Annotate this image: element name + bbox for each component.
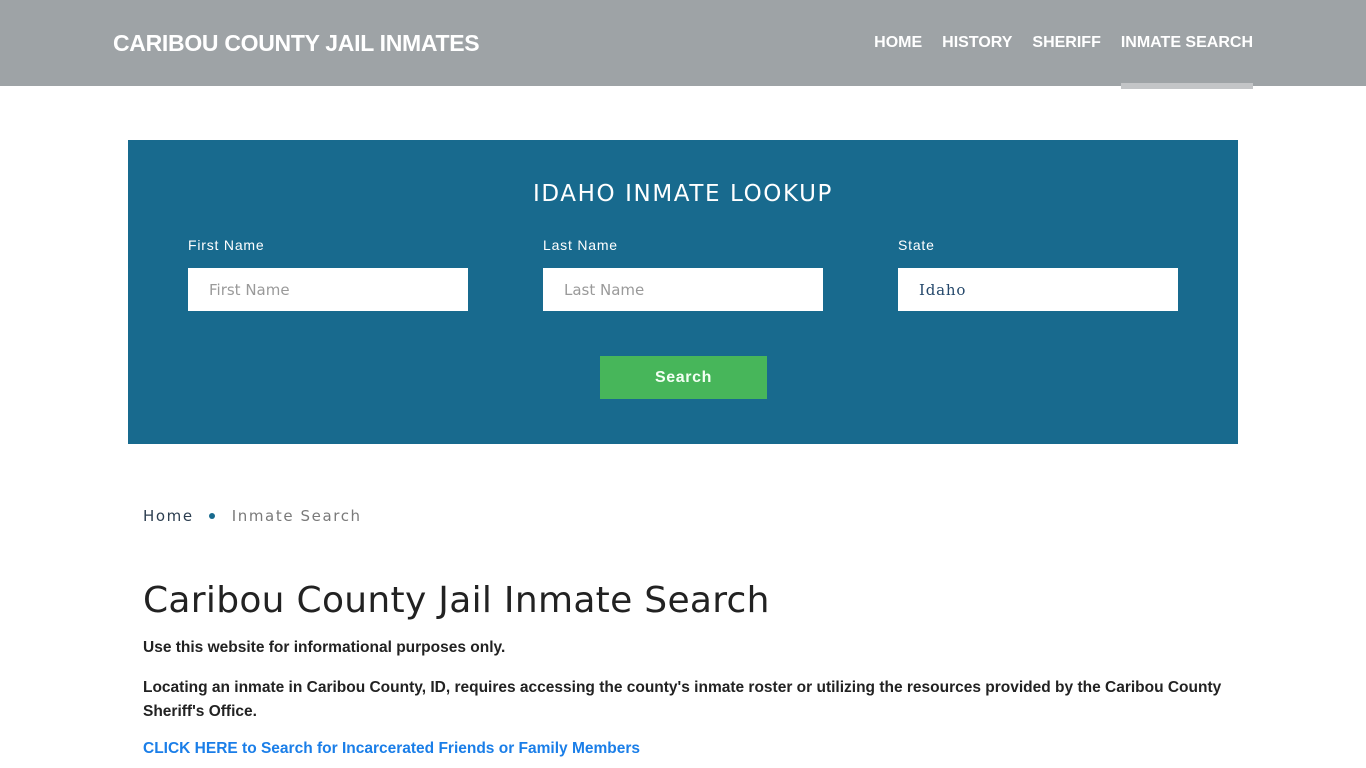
search-family-cta-link[interactable]: CLICK HERE to Search for Incarcerated Fr… xyxy=(143,740,640,757)
state-label: State xyxy=(898,237,935,253)
search-button[interactable]: Search xyxy=(600,356,767,399)
breadcrumb-separator-dot xyxy=(208,513,215,519)
nav-item-sheriff[interactable]: SHERIFF xyxy=(1032,0,1100,86)
last-name-field-group: Last Name xyxy=(543,236,823,311)
main-content: Use this website for informational purpo… xyxy=(143,636,1223,758)
breadcrumb-home-link[interactable]: Home xyxy=(143,507,194,525)
nav-item-inmate-search[interactable]: INMATE SEARCH xyxy=(1120,0,1254,89)
site-header: CARIBOU COUNTY JAIL INMATES HOME HISTORY… xyxy=(0,0,1366,89)
disclaimer-text: Use this website for informational purpo… xyxy=(143,639,506,656)
last-name-input[interactable] xyxy=(543,268,823,311)
page-title: Caribou County Jail Inmate Search xyxy=(143,580,770,621)
lookup-title: IDAHO INMATE LOOKUP xyxy=(533,181,833,207)
first-name-label: First Name xyxy=(188,237,265,253)
breadcrumb: Home Inmate Search xyxy=(143,507,362,525)
state-input[interactable] xyxy=(898,268,1178,311)
site-brand-link[interactable]: CARIBOU COUNTY JAIL INMATES xyxy=(113,30,480,57)
last-name-label: Last Name xyxy=(543,237,618,253)
breadcrumb-current: Inmate Search xyxy=(231,507,362,525)
nav-item-history[interactable]: HISTORY xyxy=(942,0,1012,86)
intro-paragraph: Locating an inmate in Caribou County, ID… xyxy=(143,679,1222,720)
state-field-group: State xyxy=(898,236,1178,311)
nav-item-home[interactable]: HOME xyxy=(874,0,922,86)
main-nav: HOME HISTORY SHERIFF INMATE SEARCH xyxy=(854,0,1254,89)
first-name-input[interactable] xyxy=(188,268,468,311)
first-name-field-group: First Name xyxy=(188,236,468,311)
